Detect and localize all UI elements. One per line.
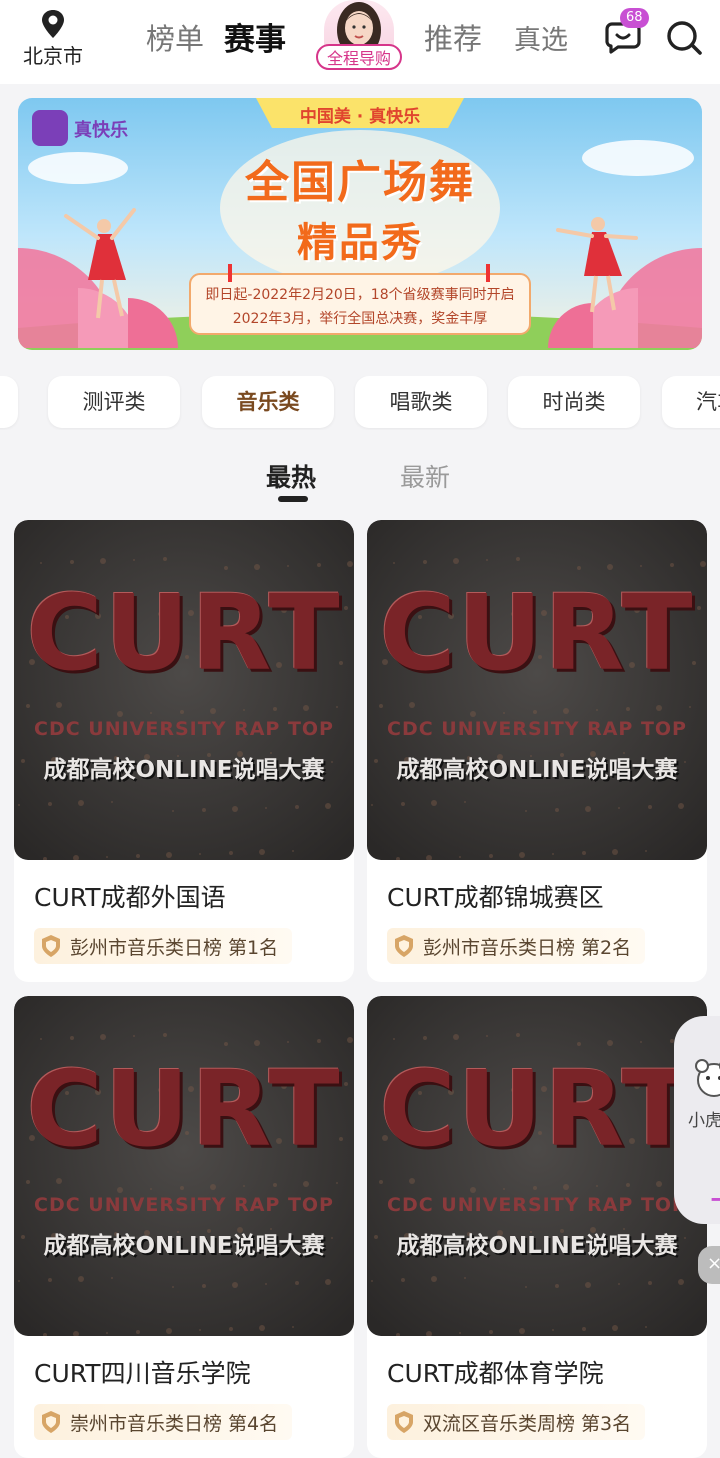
messages-button[interactable]: 68 <box>604 8 649 54</box>
banner-title-line2: 精品秀 <box>297 220 423 266</box>
category-chip-music[interactable]: 音乐类 <box>202 376 334 428</box>
poster-logo: CURT <box>379 572 695 694</box>
rank-text: 双流区音乐类周榜 第3名 <box>423 1412 632 1435</box>
category-chip-review[interactable]: 测评类 <box>48 376 180 428</box>
search-icon <box>667 21 702 55</box>
tab-rankings[interactable]: 榜单 <box>146 16 204 58</box>
search-button[interactable] <box>664 18 704 56</box>
sort-tab-indicator <box>278 496 308 502</box>
promo-banner[interactable]: 真快乐 中国美 · 真快乐 全国广场舞 精品秀 即日起-2022年2月20日，1… <box>18 98 702 350</box>
poster-subtitle-cn: 成都高校ONLINE说唱大赛 <box>396 1233 678 1259</box>
top-bar: 北京市 榜单 赛事 全程导购 推荐 真选 68 <box>0 0 720 84</box>
rank-text: 彭州市音乐类日榜 第2名 <box>423 936 632 959</box>
poster-logo: CURT <box>26 572 342 694</box>
poster-subtitle-en: CDC UNIVERSITY RAP TOP <box>34 718 334 740</box>
banner-info-line2: 2022年3月，举行全国总决赛，奖金丰厚 <box>232 311 488 327</box>
event-card[interactable]: CURT CDC UNIVERSITY RAP TOP 成都高校ONLINE说唱大赛… <box>367 996 707 1458</box>
category-chip-singing[interactable]: 唱歌类 <box>355 376 487 428</box>
tab-recommend[interactable]: 推荐 <box>424 16 482 58</box>
pet-widget-label: 小虎 <box>688 1111 720 1131</box>
category-chip-offscreen[interactable] <box>0 376 18 428</box>
event-card[interactable]: CURT CDC UNIVERSITY RAP TOP 成都高校ONLINE说唱大赛… <box>14 996 354 1458</box>
banner-title-line1: 全国广场舞 <box>245 157 475 208</box>
banner-ribbon-text: 中国美 · 真快乐 <box>299 107 421 127</box>
sort-tab-newest[interactable]: 最新 <box>400 458 450 494</box>
pet-bear-icon <box>695 1059 720 1097</box>
event-card[interactable]: CURT CDC UNIVERSITY RAP TOP 成都高校ONLINE说唱大赛… <box>14 520 354 982</box>
close-icon: × <box>707 1253 720 1274</box>
medal-icon <box>395 1411 413 1433</box>
event-poster[interactable]: CURT CDC UNIVERSITY RAP TOP 成都高校ONLINE说唱大赛 <box>14 996 354 1336</box>
guide-label: 全程导购 <box>316 44 402 70</box>
location-city: 北京市 <box>23 44 83 68</box>
shopping-guide-button[interactable]: 全程导购 <box>316 0 404 72</box>
poster-subtitle-cn: 成都高校ONLINE说唱大赛 <box>43 757 325 783</box>
message-count-badge: 68 <box>620 8 649 28</box>
event-poster[interactable]: CURT CDC UNIVERSITY RAP TOP 成都高校ONLINE说唱大赛 <box>14 520 354 860</box>
event-poster[interactable]: CURT CDC UNIVERSITY RAP TOP 成都高校ONLINE说唱大赛 <box>367 996 707 1336</box>
event-title[interactable]: CURT成都外国语 <box>34 878 226 914</box>
rank-text: 彭州市音乐类日榜 第1名 <box>70 936 279 959</box>
poster-logo: CURT <box>26 1048 342 1170</box>
category-chip-auto[interactable]: 汽车 <box>662 376 720 428</box>
rank-text: 崇州市音乐类日榜 第4名 <box>70 1412 279 1435</box>
medal-icon <box>42 935 60 957</box>
rank-badge: 双流区音乐类周榜 第3名 <box>387 1404 646 1440</box>
poster-subtitle-cn: 成都高校ONLINE说唱大赛 <box>43 1233 325 1259</box>
poster-subtitle-en: CDC UNIVERSITY RAP TOP <box>387 718 687 740</box>
floating-close-button[interactable]: × <box>698 1246 720 1284</box>
poster-logo: CURT <box>379 1048 695 1170</box>
event-poster[interactable]: CURT CDC UNIVERSITY RAP TOP 成都高校ONLINE说唱大赛 <box>367 520 707 860</box>
banner-info-line1: 即日起-2022年2月20日，18个省级赛事同时开启 <box>205 287 515 303</box>
rank-badge: 彭州市音乐类日榜 第1名 <box>34 928 293 964</box>
rank-badge: 彭州市音乐类日榜 第2名 <box>387 928 646 964</box>
poster-subtitle-cn: 成都高校ONLINE说唱大赛 <box>396 757 678 783</box>
event-card[interactable]: CURT CDC UNIVERSITY RAP TOP 成都高校ONLINE说唱大赛… <box>367 520 707 982</box>
event-title[interactable]: CURT四川音乐学院 <box>34 1354 251 1390</box>
poster-subtitle-en: CDC UNIVERSITY RAP TOP <box>387 1194 687 1216</box>
category-chip-fashion[interactable]: 时尚类 <box>508 376 640 428</box>
floating-pet-widget[interactable]: 小虎 + <box>674 1016 720 1224</box>
sort-tab-hottest[interactable]: 最热 <box>266 458 316 494</box>
tab-selected[interactable]: 真选 <box>514 18 568 57</box>
medal-icon <box>395 935 413 957</box>
category-tabs: 测评类 音乐类 唱歌类 时尚类 汽车 <box>0 376 720 430</box>
pet-add-icon: + <box>708 1182 720 1216</box>
event-title[interactable]: CURT成都体育学院 <box>387 1354 604 1390</box>
event-title[interactable]: CURT成都锦城赛区 <box>387 878 604 914</box>
location-pin-icon <box>42 10 64 38</box>
medal-icon <box>42 1411 60 1433</box>
location-selector[interactable]: 北京市 <box>20 8 86 69</box>
tab-events[interactable]: 赛事 <box>224 14 286 59</box>
poster-subtitle-en: CDC UNIVERSITY RAP TOP <box>34 1194 334 1216</box>
rank-badge: 崇州市音乐类日榜 第4名 <box>34 1404 293 1440</box>
